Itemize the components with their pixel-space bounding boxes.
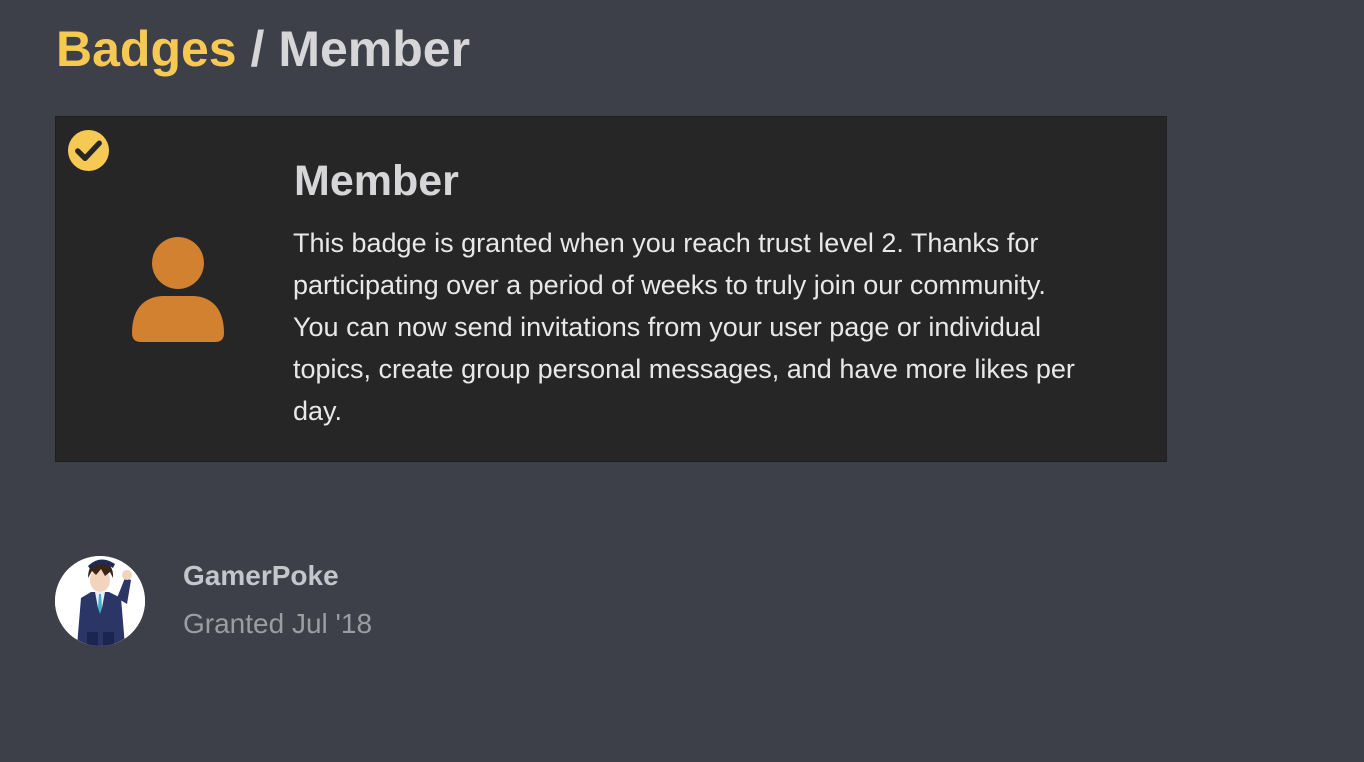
avatar-image	[55, 556, 145, 646]
page-title: Badges / Member	[56, 18, 470, 80]
badge-description: This badge is granted when you reach tru…	[293, 228, 1075, 426]
granted-user-row: GamerPoke Granted Jul '18	[55, 556, 655, 648]
breadcrumb-current: Member	[278, 21, 471, 77]
user-avatar[interactable]	[55, 556, 145, 646]
breadcrumb-badges-link[interactable]: Badges	[56, 21, 237, 77]
granted-date: Granted Jul '18	[183, 608, 373, 639]
badge-card: Member This badge is granted when you re…	[55, 116, 1167, 462]
username-link[interactable]: GamerPoke	[183, 560, 339, 592]
check-circle-icon	[67, 129, 110, 172]
breadcrumb-separator: /	[236, 21, 279, 77]
badge-name: Member	[294, 157, 459, 205]
user-icon	[132, 237, 224, 342]
